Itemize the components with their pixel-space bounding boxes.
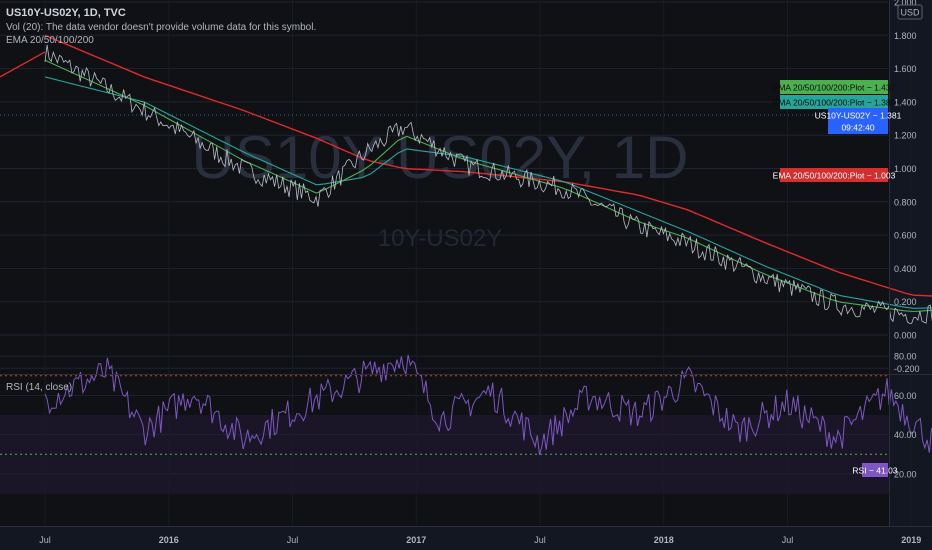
price-tick-label: 0.600 bbox=[894, 231, 917, 241]
price-tick-label: 1.000 bbox=[894, 164, 917, 174]
symbol-title[interactable]: US10Y-US02Y, 1D, TVC bbox=[6, 7, 126, 19]
price-tick-label: 1.200 bbox=[894, 131, 917, 141]
ema-teal-label-text: EMA 20/50/100/200:Plot − 1.389 bbox=[773, 98, 896, 108]
price-tick-label: -0.200 bbox=[894, 364, 920, 374]
time-tick-label: 2018 bbox=[654, 535, 674, 545]
price-tick-label: 0.000 bbox=[894, 331, 917, 341]
price-tick-label: 0.200 bbox=[894, 297, 917, 307]
price-tick-label: 0.400 bbox=[894, 264, 917, 274]
currency-label: USD bbox=[900, 8, 920, 18]
price-tick-label: 1.800 bbox=[894, 31, 917, 41]
time-tick-label: Jul bbox=[287, 535, 299, 545]
time-tick-label: Jul bbox=[534, 535, 546, 545]
time-tick-label: Jul bbox=[39, 535, 51, 545]
ema-green-label-text: EMA 20/50/100/200:Plot − 1.437 bbox=[773, 83, 896, 93]
watermark-subtitle: 10Y-US02Y bbox=[378, 225, 503, 252]
rsi-tick-label: 60.00 bbox=[894, 391, 917, 401]
rsi-tick-label: 80.00 bbox=[894, 352, 917, 362]
time-tick-label: 2017 bbox=[406, 535, 426, 545]
rsi-legend[interactable]: RSI (14, close) bbox=[6, 382, 72, 393]
chart-canvas[interactable]: US10Y-US02Y, 1D 10Y-US02Y 2.0001.8001.60… bbox=[0, 0, 932, 550]
rsi-value-label-text: RSI − 41.03 bbox=[852, 466, 897, 476]
volume-legend[interactable]: Vol (20): The data vendor doesn't provid… bbox=[6, 22, 316, 33]
rsi-tick-label: 40.00 bbox=[894, 430, 917, 440]
price-tick-label: 0.800 bbox=[894, 197, 917, 207]
bar-countdown: 09:42:40 bbox=[841, 123, 874, 133]
ema-legend[interactable]: EMA 20/50/100/200 bbox=[6, 35, 94, 46]
price-tick-label: 1.600 bbox=[894, 64, 917, 74]
price-tick-label: 1.400 bbox=[894, 97, 917, 107]
time-tick-label: 2016 bbox=[159, 535, 179, 545]
ema-red-label-text: EMA 20/50/100/200:Plot − 1.003 bbox=[773, 171, 896, 181]
last-price-label-text: US10Y-US02Y − 1.381 bbox=[815, 111, 902, 121]
time-tick-label: 2019 bbox=[901, 535, 921, 545]
time-tick-label: Jul bbox=[782, 535, 794, 545]
